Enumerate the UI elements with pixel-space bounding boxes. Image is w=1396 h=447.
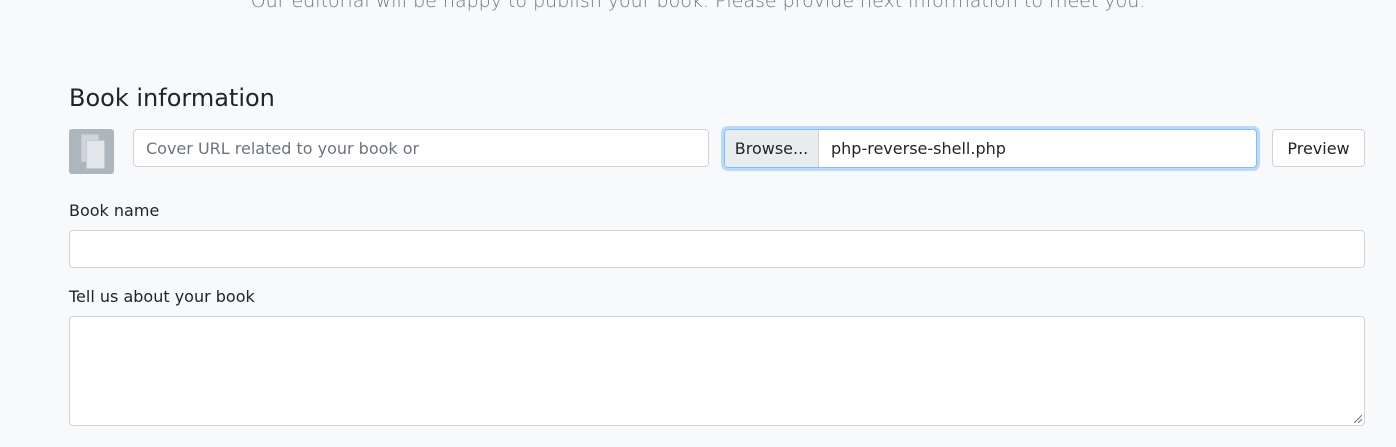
cover-url-input[interactable] bbox=[133, 129, 709, 167]
cover-file-input[interactable]: Browse... php-reverse-shell.php bbox=[724, 129, 1257, 168]
publish-book-page: Our editorial will be happy to publish y… bbox=[0, 0, 1396, 447]
browse-button[interactable]: Browse... bbox=[725, 130, 819, 167]
preview-button[interactable]: Preview bbox=[1272, 129, 1365, 167]
book-name-label: Book name bbox=[69, 201, 160, 220]
selected-file-name[interactable]: php-reverse-shell.php bbox=[819, 130, 1256, 167]
cover-page-front bbox=[86, 140, 105, 169]
book-cover-placeholder-icon bbox=[69, 129, 114, 174]
resize-handle-icon[interactable] bbox=[1352, 413, 1362, 423]
intro-text: Our editorial will be happy to publish y… bbox=[250, 0, 1146, 12]
book-about-label: Tell us about your book bbox=[69, 287, 255, 306]
book-name-input[interactable] bbox=[69, 230, 1365, 268]
section-title: Book information bbox=[69, 84, 275, 112]
book-about-textarea[interactable] bbox=[69, 316, 1365, 426]
